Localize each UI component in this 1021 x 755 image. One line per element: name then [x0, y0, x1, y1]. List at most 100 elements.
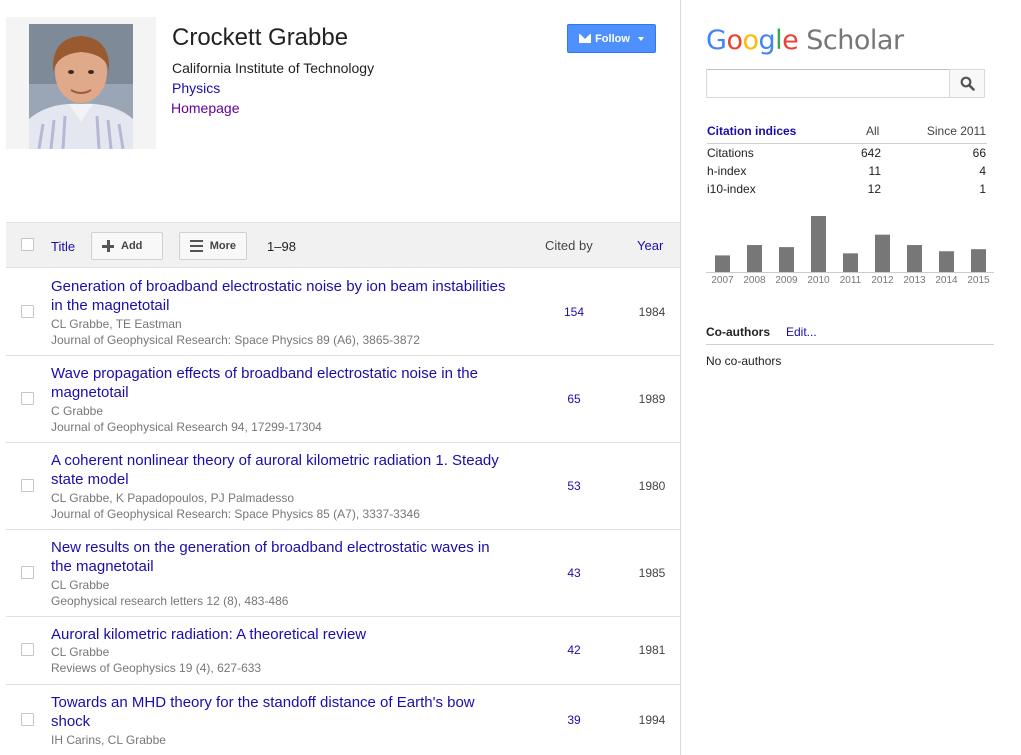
- result-range: 1–98: [267, 239, 296, 254]
- homepage-link[interactable]: Homepage: [171, 100, 240, 116]
- chart-tick-label: 2014: [935, 275, 958, 286]
- chart-bar-2015[interactable]: [971, 249, 986, 272]
- chart-tick-label: 2010: [807, 275, 830, 286]
- no-coauthors-text: No co-authors: [706, 354, 782, 368]
- article-venue: Journal of Geophysical Research: Space P…: [51, 507, 420, 521]
- sort-by-year[interactable]: Year: [637, 238, 663, 253]
- left-column: Crockett Grabbe California Institute of …: [6, 0, 681, 755]
- article-title-link[interactable]: Wave propagation effects of broadband el…: [51, 364, 506, 402]
- mail-icon: [579, 34, 592, 43]
- more-label: More: [209, 240, 236, 252]
- article-year: 1980: [638, 479, 666, 493]
- search-icon: [960, 76, 975, 91]
- article-venue: Reviews of Geophysics 19 (4), 627-633: [51, 661, 262, 675]
- citation-row-citations: Citations 642 66: [707, 146, 987, 164]
- avatar: [29, 24, 133, 149]
- chart-bar-2011[interactable]: [843, 253, 858, 272]
- google-scholar-logo[interactable]: Google Scholar: [706, 25, 904, 56]
- index-name: i10-index: [707, 182, 756, 196]
- cited-by-header: Cited by: [545, 238, 593, 253]
- article-authors: C Grabbe: [51, 404, 104, 418]
- article-venue: Geophysical research letters 12 (8), 483…: [51, 594, 289, 608]
- article-year: 1984: [638, 305, 666, 319]
- logo-letter: g: [758, 25, 776, 56]
- chart-bar-2009[interactable]: [779, 247, 794, 272]
- article-authors: IH Carins, CL Grabbe: [51, 733, 166, 747]
- index-name: Citations: [707, 146, 754, 160]
- article-authors: CL Grabbe: [51, 645, 110, 659]
- more-button[interactable]: More: [179, 232, 247, 260]
- index-name: h-index: [707, 164, 747, 178]
- col-all-label: All: [866, 124, 880, 138]
- table-row: A coherent nonlinear theory of auroral k…: [6, 442, 681, 530]
- chart-tick-label: 2013: [903, 275, 926, 286]
- index-all: 642: [860, 146, 881, 160]
- chart-bar-2014[interactable]: [939, 251, 954, 272]
- citations-per-year-chart: 2007 2008 2009 2010 2011 2012 2013 2014 2015: [706, 216, 994, 286]
- row-checkbox[interactable]: [21, 392, 34, 405]
- article-title-link[interactable]: Towards an MHD theory for the standoff d…: [51, 693, 506, 731]
- column-divider: [680, 0, 681, 755]
- follow-label: Follow: [595, 32, 630, 45]
- chart-bar-2008[interactable]: [747, 245, 762, 272]
- chart-bar-2013[interactable]: [907, 245, 922, 272]
- table-header: Title Add More 1–98 Cited by Year: [6, 222, 681, 268]
- logo-scholar-text: Scholar: [806, 25, 904, 56]
- logo-google-text: Google: [706, 25, 799, 56]
- row-checkbox[interactable]: [21, 713, 34, 726]
- row-checkbox[interactable]: [21, 305, 34, 318]
- article-title-link[interactable]: New results on the generation of broadba…: [51, 538, 506, 576]
- menu-icon: [190, 240, 203, 252]
- select-all-checkbox[interactable]: [21, 238, 34, 251]
- coauthors-edit-link[interactable]: Edit...: [786, 325, 817, 339]
- chart-tick-label: 2007: [711, 275, 734, 286]
- chart-tick-label: 2015: [967, 275, 990, 286]
- citation-row-h-index: h-index 11 4: [707, 164, 987, 182]
- table-row: Generation of broadband electrostatic no…: [6, 268, 681, 356]
- cited-by-count[interactable]: 53: [551, 479, 597, 493]
- article-title-link[interactable]: Generation of broadband electrostatic no…: [51, 277, 506, 315]
- cited-by-count[interactable]: 39: [551, 713, 597, 727]
- search-button[interactable]: [949, 69, 985, 98]
- article-year: 1994: [638, 713, 666, 727]
- logo-letter: o: [742, 25, 759, 56]
- cited-by-count[interactable]: 65: [551, 392, 597, 406]
- profile-name: Crockett Grabbe: [172, 24, 349, 51]
- profile-field-link[interactable]: Physics: [172, 80, 220, 96]
- profile-photo: [6, 17, 156, 149]
- row-checkbox[interactable]: [21, 479, 34, 492]
- citation-indices-header: Citation indices All Since 2011: [707, 124, 987, 144]
- chart-bar-2012[interactable]: [875, 234, 890, 272]
- logo-letter: G: [706, 25, 727, 56]
- chart-tick-label: 2011: [840, 275, 862, 286]
- article-authors: CL Grabbe: [51, 578, 110, 592]
- article-year: 1989: [638, 392, 666, 406]
- article-authors: CL Grabbe, TE Eastman: [51, 317, 182, 331]
- search-input[interactable]: [706, 69, 950, 98]
- cited-by-count[interactable]: 43: [551, 566, 597, 580]
- chart-tick-label: 2012: [871, 275, 894, 286]
- article-venue: Journal of Geophysical Research: Space P…: [51, 333, 420, 347]
- cited-by-count[interactable]: 42: [551, 643, 597, 657]
- add-button[interactable]: Add: [91, 232, 163, 260]
- index-since: 4: [979, 164, 986, 178]
- article-year: 1981: [638, 643, 666, 657]
- chart-bar-2010[interactable]: [811, 216, 826, 272]
- index-all: 12: [867, 182, 881, 196]
- cited-by-count[interactable]: 154: [551, 305, 597, 319]
- row-checkbox[interactable]: [21, 643, 34, 656]
- follow-button[interactable]: Follow: [567, 24, 656, 53]
- chart-bar-2007[interactable]: [715, 255, 730, 272]
- article-venue: Journal of Geophysical Research 94, 1729…: [51, 420, 322, 434]
- article-title-link[interactable]: Auroral kilometric radiation: A theoreti…: [51, 625, 506, 644]
- sort-by-title[interactable]: Title: [51, 239, 75, 254]
- col-since-label: Since 2011: [926, 124, 986, 138]
- citation-indices-label[interactable]: Citation indices: [707, 124, 796, 138]
- citation-row-i10-index: i10-index 12 1: [707, 182, 987, 200]
- article-title-link[interactable]: A coherent nonlinear theory of auroral k…: [51, 451, 506, 489]
- row-checkbox[interactable]: [21, 566, 34, 579]
- chart-tick-label: 2009: [775, 275, 798, 286]
- index-since: 1: [979, 182, 986, 196]
- logo-letter: e: [782, 25, 799, 56]
- caret-down-icon: [637, 36, 644, 41]
